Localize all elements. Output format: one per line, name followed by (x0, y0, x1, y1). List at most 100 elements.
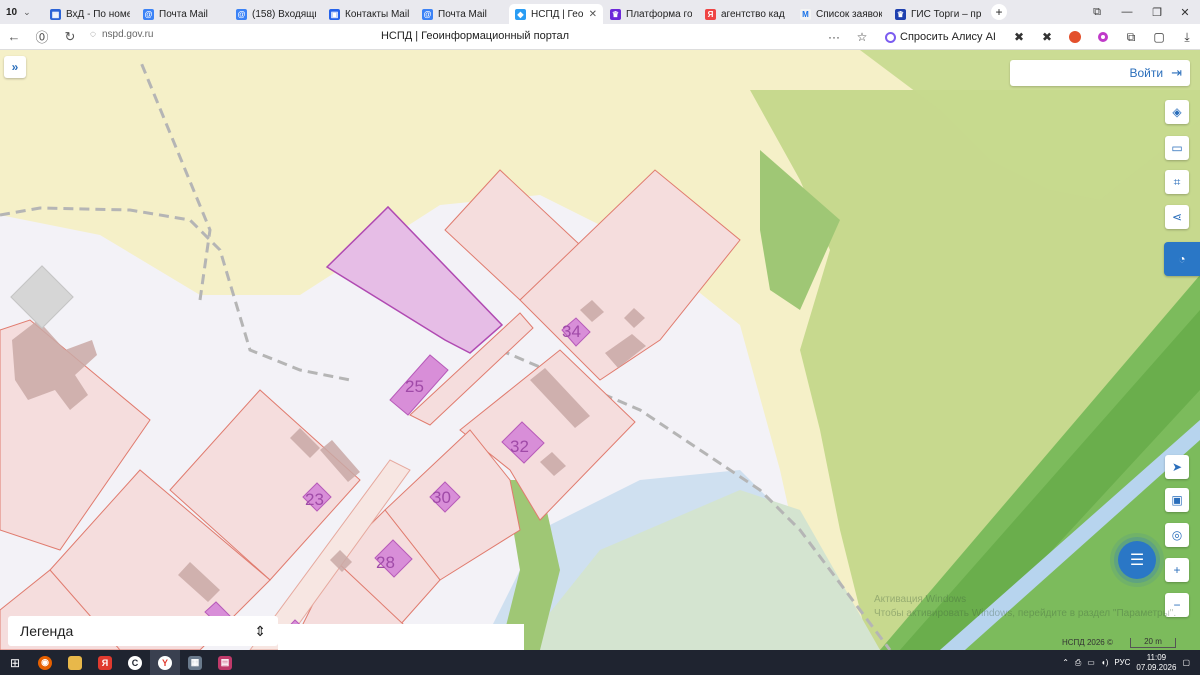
tab-title: Платформа госуд (626, 8, 692, 20)
picture-in-picture-icon[interactable]: ▣ (1165, 488, 1189, 512)
tab-favicon-icon: ◆ (515, 8, 526, 20)
ask-alice-button[interactable]: Спросить Алису AI (877, 31, 1004, 43)
alice-icon (885, 31, 897, 43)
legend-toggle[interactable]: Легенда ⇕ (8, 616, 278, 646)
location-pin-icon[interactable]: ◎ (1165, 523, 1189, 547)
tab-favicon-icon: @ (422, 8, 433, 20)
windows-start-icon[interactable]: ⊞ (0, 650, 30, 675)
restore-button[interactable]: ❐ (1142, 0, 1172, 24)
more-options-icon[interactable]: ··· (821, 24, 847, 50)
network-icon[interactable]: ▭ (1087, 658, 1095, 667)
zoom-in-button[interactable]: + (1165, 558, 1189, 582)
browser-tab[interactable]: ▣ Контакты Mail (323, 4, 415, 24)
chevron-down-icon: ⌄ (23, 6, 31, 17)
tab-favicon-icon: M (800, 8, 811, 20)
tab-count: 10 (6, 6, 18, 18)
watermark-line-2: Чтобы активировать Windows, перейдите в … (874, 608, 1177, 619)
clock[interactable]: 11:09 07.09.2026 (1136, 653, 1176, 673)
tray-arrow-icon[interactable]: ⌃ (1062, 658, 1069, 667)
close-tab-icon[interactable]: ✕ (589, 9, 597, 20)
assistant-icon[interactable]: ◔ (1164, 242, 1200, 276)
close-window-button[interactable]: ✕ (1170, 0, 1200, 24)
extensions-puzzle-icon[interactable]: ⧉ (1118, 24, 1144, 50)
area-search-icon[interactable]: ⌗ (1165, 170, 1189, 194)
chat-icon[interactable]: ☰ (1118, 541, 1156, 579)
browser-tab[interactable]: @ (158) Входящие - (230, 4, 322, 24)
tab-favicon-icon: ▦ (50, 8, 61, 20)
browser-tab[interactable]: M Список заявок — (794, 4, 888, 24)
share-icon[interactable]: ⋖ (1165, 205, 1189, 229)
browser-tab[interactable]: Яагентство кад раб (699, 4, 793, 24)
tab-title: ГИС Торги – прод (911, 8, 981, 20)
tab-favicon-icon: ♛ (610, 8, 621, 20)
legend-bar-extension (278, 624, 524, 650)
map-scale: 20 m (1130, 638, 1176, 648)
login-icon: ⇥ (1171, 65, 1182, 80)
windows-taskbar: ⊞ ◉ Я C Y ▦ ▤ ⌃ ⎙ ▭ ◖) РУС 11:09 07.09.2… (0, 650, 1200, 675)
tab-title: Почта Mail (438, 8, 487, 20)
legend-label: Легенда (20, 623, 74, 639)
extension-x2-icon[interactable]: ✖ (1034, 24, 1060, 50)
extension-pink-icon[interactable] (1090, 24, 1116, 50)
browser-tab-strip: 10 ⌄ ▦ ВхД - По номеру @ Почта Mail @ (158) В… (0, 0, 1200, 24)
page-title: НСПД | Геоинформационный портал (380, 30, 570, 42)
browser-c-icon[interactable]: C (120, 650, 150, 675)
clock-date: 07.09.2026 (1136, 662, 1177, 672)
tab-overview-icon[interactable]: ⧉ (1082, 0, 1112, 24)
yandex-browser-icon[interactable]: Y (150, 650, 180, 675)
expand-panel-button[interactable]: » (4, 56, 26, 78)
tab-favicon-icon: ▣ (329, 8, 340, 20)
app-icon-2[interactable]: ▤ (210, 650, 240, 675)
geolocation-icon[interactable]: ➤ (1165, 455, 1189, 479)
layers-icon[interactable]: ◈ (1165, 100, 1189, 124)
collections-icon[interactable]: ▢ (1146, 24, 1172, 50)
browser-tab[interactable]: ◆ НСПД | Геоинф ✕ (509, 4, 603, 24)
ruler-icon[interactable]: ▭ (1165, 136, 1189, 160)
bookmark-icon[interactable]: ☆ (849, 24, 875, 50)
clock-time: 11:09 (1146, 652, 1167, 662)
download-icon[interactable]: ⤓ (1174, 24, 1200, 50)
tab-title: Контакты Mail (345, 8, 409, 20)
browser-tab[interactable]: @ Почта Mail (137, 4, 229, 24)
tab-title: Список заявок — (816, 8, 882, 20)
extension-x-icon[interactable]: ✖ (1006, 24, 1032, 50)
map-canvas[interactable]: 34 25 32 23 30 28 (0, 50, 1200, 650)
new-tab-button[interactable]: + (991, 4, 1007, 20)
login-button[interactable]: Войти ⇥ (1010, 60, 1190, 86)
parcel-label-23: 23 (305, 490, 324, 509)
parcel-label-28: 28 (376, 553, 395, 572)
ask-alice-label: Спросить Алису AI (900, 31, 996, 43)
printer-icon[interactable]: ⎙ (1075, 658, 1081, 668)
windows-activation-watermark: Активация Windows Чтобы активировать Win… (874, 593, 1176, 621)
tab-title: ВхД - По номеру (66, 8, 130, 20)
login-label: Войти (1129, 66, 1164, 80)
notification-icon[interactable]: ▢ (1182, 658, 1190, 667)
tab-title: НСПД | Геоинф (531, 8, 584, 20)
tab-favicon-icon: @ (236, 8, 247, 20)
chevron-updown-icon: ⇕ (254, 622, 266, 639)
tab-favicon-icon: Я (705, 8, 716, 20)
watermark-line-1: Активация Windows (874, 594, 967, 605)
volume-icon[interactable]: ◖) (1101, 658, 1109, 667)
tab-title: Почта Mail (159, 8, 208, 20)
map-view[interactable]: 34 25 32 23 30 28 » Войти ⇥ ◈ ▭ ⌗ ⋖ ◔ ➤ … (0, 50, 1200, 650)
tab-list: ▦ ВхД - По номеру @ Почта Mail @ (158) Входящ… (44, 0, 988, 24)
browser-tab[interactable]: ♛ Платформа госуд (604, 4, 698, 24)
minimize-button[interactable]: — (1112, 0, 1142, 24)
file-explorer-icon[interactable] (60, 650, 90, 675)
yandex-icon[interactable]: Я (90, 650, 120, 675)
address-bar: ← ⓪ ↻ ◌ nspd.gov.ru НСПД | Геоинформацио… (0, 24, 1200, 50)
browser-tab[interactable]: ♛ ГИС Торги – прод (889, 4, 987, 24)
language-indicator[interactable]: РУС (1114, 658, 1130, 667)
extension-red-icon[interactable] (1062, 24, 1088, 50)
map-copyright: НСПД 2026 © (1062, 638, 1113, 647)
parcel-label-34: 34 (562, 322, 581, 341)
tab-title: (158) Входящие - (252, 8, 316, 20)
tab-counter-button[interactable]: 10 ⌄ (0, 0, 44, 24)
firefox-icon[interactable]: ◉ (30, 650, 60, 675)
parcel-label-32: 32 (510, 437, 529, 456)
tab-title: агентство кад раб (721, 8, 787, 20)
browser-tab[interactable]: @ Почта Mail (416, 4, 508, 24)
browser-tab[interactable]: ▦ ВхД - По номеру (44, 4, 136, 24)
app-icon-1[interactable]: ▦ (180, 650, 210, 675)
